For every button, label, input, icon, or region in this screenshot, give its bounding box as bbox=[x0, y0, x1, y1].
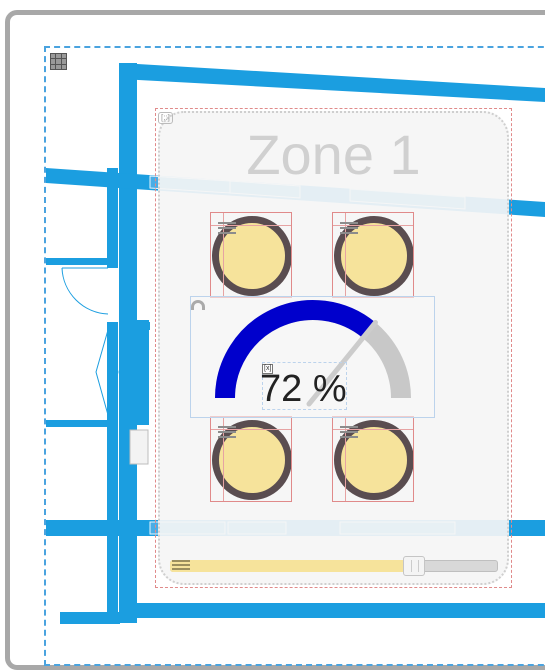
slider-lines-icon bbox=[172, 560, 190, 574]
slider-handle-icon[interactable] bbox=[403, 556, 425, 576]
gauge-svg bbox=[215, 300, 411, 407]
slider-fill bbox=[170, 560, 414, 572]
dimmer-slider[interactable] bbox=[170, 556, 498, 576]
gauge-tag: [x] bbox=[262, 364, 274, 374]
